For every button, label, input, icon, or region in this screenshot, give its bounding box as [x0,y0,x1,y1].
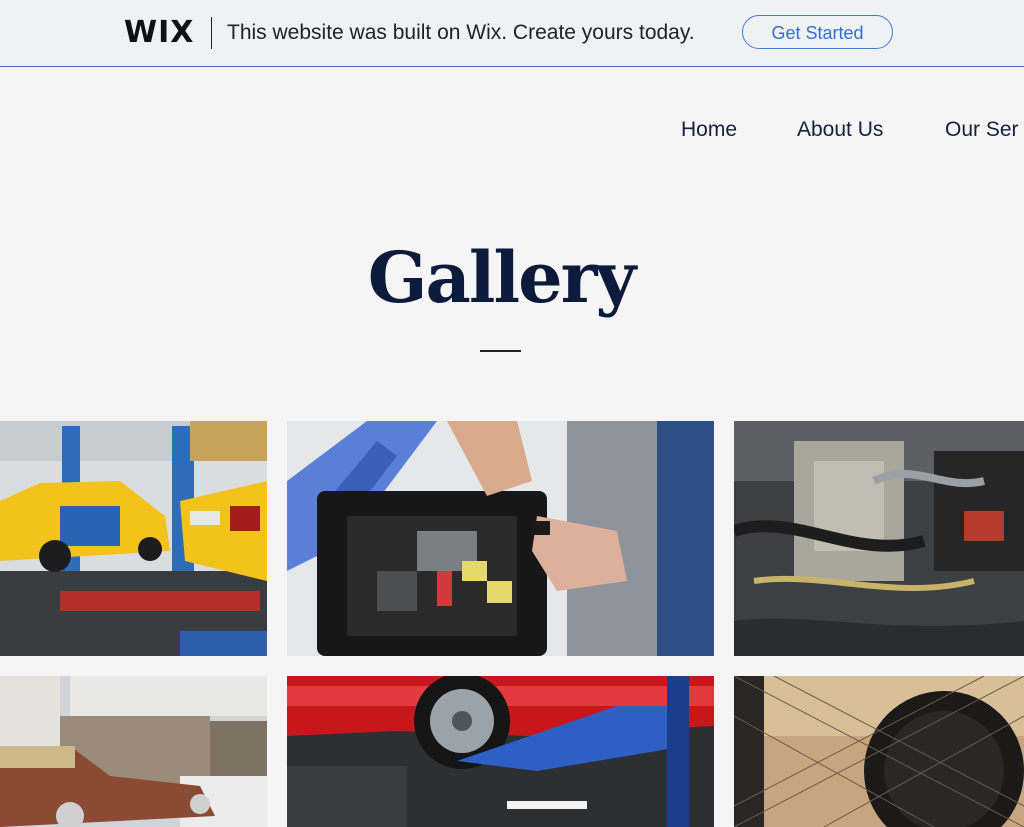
nav-item-home[interactable]: Home [681,116,737,144]
title-divider [480,350,521,352]
nav-item-about-us[interactable]: About Us [797,116,883,144]
engine-illustration [734,421,1024,656]
gallery-image-classic-car[interactable] [0,676,267,827]
banner-divider [211,17,212,49]
classic-car-illustration [0,676,267,827]
car-lift-illustration [287,676,714,827]
gallery-image-engine[interactable] [734,421,1024,656]
gallery-image-fusebox[interactable] [287,421,714,656]
gallery-image-tire[interactable] [734,676,1024,827]
tire-illustration [734,676,1024,827]
page-title: Gallery [367,236,636,319]
taxis-illustration [0,421,267,656]
main-nav: Home About Us Our Ser [0,116,1024,146]
get-started-button[interactable]: Get Started [742,15,893,49]
nav-item-our-services[interactable]: Our Ser [945,116,1019,144]
wix-logo[interactable]: WIX [124,14,194,52]
fusebox-illustration [287,421,714,656]
gallery-image-taxis[interactable] [0,421,267,656]
banner-message: This website was built on Wix. Create yo… [227,21,695,44]
wix-banner: WIX This website was built on Wix. Creat… [0,0,1024,67]
gallery-image-car-lift[interactable] [287,676,714,827]
